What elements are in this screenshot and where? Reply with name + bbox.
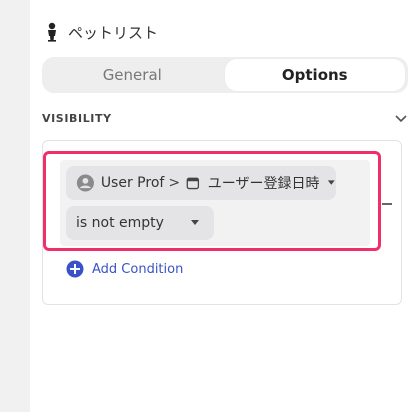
field-name-label: ユーザー登録日時 xyxy=(207,176,320,192)
chevron-down-icon[interactable] xyxy=(394,111,408,125)
field-source-label: User Prof xyxy=(100,175,165,191)
condition-field-selector[interactable]: User Prof > ユーザー登録日時 xyxy=(66,166,336,200)
plus-circle-icon xyxy=(66,260,84,278)
add-condition-label: Add Condition xyxy=(92,261,184,277)
caret-down-icon xyxy=(191,220,199,225)
person-figure-icon xyxy=(48,22,56,42)
section-title: VISIBILITY xyxy=(42,111,112,125)
tab-general[interactable]: General xyxy=(42,57,223,93)
breadcrumb-separator: > xyxy=(168,175,181,191)
calendar-icon xyxy=(186,177,200,190)
panel-title-row: ペットリスト xyxy=(44,18,158,46)
remove-condition-dash[interactable] xyxy=(382,203,392,205)
tab-bar: General Options xyxy=(42,57,408,93)
avatar-icon xyxy=(76,174,94,192)
operator-label: is not empty xyxy=(76,215,164,231)
tab-options[interactable]: Options xyxy=(224,59,405,91)
add-condition-button[interactable]: Add Condition xyxy=(66,258,183,280)
left-panel xyxy=(0,0,31,412)
condition-operator-dropdown[interactable]: is not empty xyxy=(66,206,214,240)
visibility-section-header[interactable]: VISIBILITY xyxy=(42,107,408,129)
caret-down-icon xyxy=(328,180,336,185)
panel-title: ペットリスト xyxy=(68,23,159,42)
